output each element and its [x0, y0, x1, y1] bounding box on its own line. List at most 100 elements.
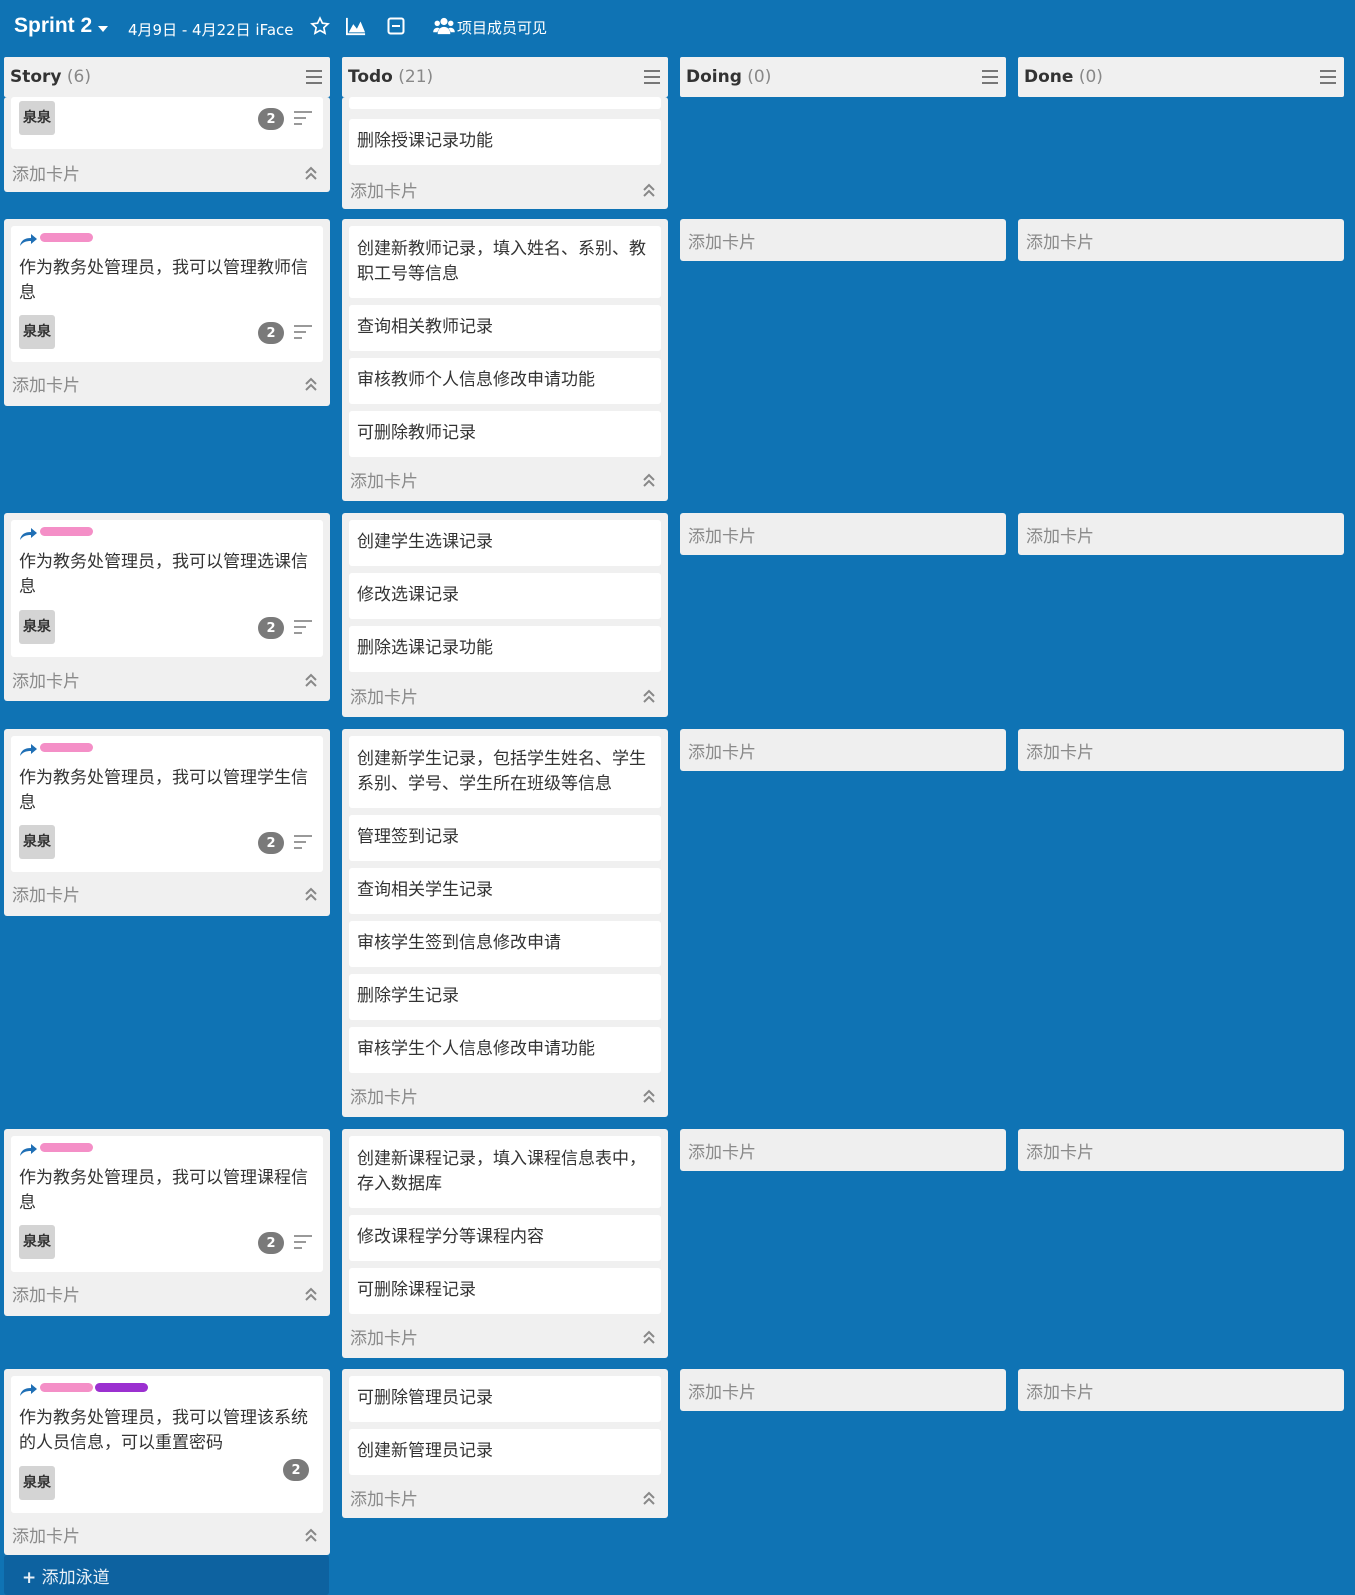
task-card[interactable]: 管理签到记录 [349, 815, 661, 861]
task-title: 查询相关学生记录 [357, 880, 493, 900]
collapse-up-icon[interactable] [304, 1286, 318, 1302]
column-name: Todo [348, 67, 393, 87]
doing-add-card[interactable]: 添加卡片 [680, 219, 1006, 261]
collapse-up-icon[interactable] [642, 1490, 656, 1506]
done-add-card[interactable]: 添加卡片 [1018, 729, 1344, 771]
add-card-link[interactable]: 添加卡片 [1026, 738, 1094, 763]
add-card-link[interactable]: 添加卡片 [350, 1324, 418, 1349]
task-card[interactable]: 创建新教师记录，填入姓名、系别、教职工号等信息 [349, 226, 661, 298]
story-card[interactable]: 作为教务处管理员，我可以管理学生信息 泉泉 2 [11, 736, 323, 872]
add-card-link[interactable]: 添加卡片 [12, 667, 80, 692]
task-card[interactable]: 审核教师个人信息修改申请功能 [349, 358, 661, 404]
avatar: 泉泉 [19, 825, 55, 859]
task-card[interactable]: 查询相关教师记录 [349, 305, 661, 351]
task-card[interactable]: 删除选课记录功能 [349, 626, 661, 672]
add-card-link[interactable]: 添加卡片 [688, 1138, 756, 1163]
task-card[interactable]: 创建新学生记录，包括学生姓名、学生系别、学号、学生所在班级等信息 [349, 736, 661, 808]
add-card-link[interactable]: 添加卡片 [688, 228, 756, 253]
description-icon [294, 325, 312, 339]
menu-icon[interactable] [982, 70, 998, 84]
add-card-link[interactable]: 添加卡片 [1026, 1378, 1094, 1403]
add-card-link[interactable]: 添加卡片 [688, 522, 756, 547]
add-card-link[interactable]: 添加卡片 [1026, 228, 1094, 253]
star-icon[interactable] [308, 14, 332, 38]
collapse-up-icon[interactable] [304, 886, 318, 902]
add-card-link[interactable]: 添加卡片 [12, 881, 80, 906]
add-card-link[interactable]: 添加卡片 [12, 371, 80, 396]
story-lane: 泉泉 2 添加卡片 [4, 97, 330, 192]
column-header-story: Story (6) [4, 57, 330, 97]
description-icon [294, 835, 312, 849]
add-card-link[interactable]: 添加卡片 [350, 1083, 418, 1108]
chart-icon[interactable] [344, 14, 368, 38]
menu-icon[interactable] [306, 70, 322, 84]
menu-icon[interactable] [1320, 70, 1336, 84]
task-card[interactable]: 可删除教师记录 [349, 411, 661, 457]
add-card-link[interactable]: 添加卡片 [12, 1522, 80, 1547]
task-card[interactable]: 修改选课记录 [349, 573, 661, 619]
menu-icon[interactable] [644, 70, 660, 84]
story-card[interactable]: 作为教务处管理员，我可以管理该系统的人员信息，可以重置密码 泉泉 2 [11, 1376, 323, 1513]
doing-add-card[interactable]: 添加卡片 [680, 729, 1006, 771]
collapse-up-icon[interactable] [642, 1329, 656, 1345]
task-title: 修改课程学分等课程内容 [357, 1227, 544, 1247]
collapse-up-icon[interactable] [642, 472, 656, 488]
task-card[interactable]: 创建学生选课记录 [349, 520, 661, 566]
doing-add-card[interactable]: 添加卡片 [680, 513, 1006, 555]
collapse-up-icon[interactable] [304, 672, 318, 688]
done-add-card[interactable]: 添加卡片 [1018, 513, 1344, 555]
collapse-up-icon[interactable] [642, 1088, 656, 1104]
add-card-link[interactable]: 添加卡片 [688, 1378, 756, 1403]
description-icon [294, 111, 312, 125]
task-card[interactable]: 删除授课记录功能 [349, 119, 661, 165]
task-card[interactable]: 可删除课程记录 [349, 1268, 661, 1314]
done-add-card[interactable]: 添加卡片 [1018, 219, 1344, 261]
collapse-up-icon[interactable] [642, 688, 656, 704]
task-title: 可删除教师记录 [357, 423, 476, 443]
add-card-link[interactable]: 添加卡片 [12, 1281, 80, 1306]
add-card-link[interactable]: 添加卡片 [688, 738, 756, 763]
story-title: 作为教务处管理员，我可以管理课程信息 [19, 1168, 308, 1213]
column-name: Doing [686, 67, 742, 87]
task-card[interactable]: 审核学生个人信息修改申请功能 [349, 1027, 661, 1073]
sprint-title[interactable]: Sprint 2 [14, 14, 92, 38]
add-card-link[interactable]: 添加卡片 [350, 467, 418, 492]
task-title: 创建学生选课记录 [357, 532, 493, 552]
add-card-link[interactable]: 添加卡片 [1026, 522, 1094, 547]
story-card[interactable]: 泉泉 2 [11, 97, 323, 149]
task-card[interactable]: 可删除管理员记录 [349, 1376, 661, 1422]
add-card-link[interactable]: 添加卡片 [12, 160, 80, 185]
task-card[interactable]: 创建新课程记录，填入课程信息表中，存入数据库 [349, 1136, 661, 1208]
chevron-down-icon[interactable] [98, 26, 108, 32]
story-lane: 作为教务处管理员，我可以管理学生信息 泉泉 2 添加卡片 [4, 729, 330, 916]
collapse-up-icon[interactable] [304, 1527, 318, 1543]
task-card[interactable]: 查询相关学生记录 [349, 868, 661, 914]
done-add-card[interactable]: 添加卡片 [1018, 1129, 1344, 1171]
story-card[interactable]: 作为教务处管理员，我可以管理教师信息 泉泉 2 [11, 226, 323, 362]
collapse-up-icon[interactable] [304, 376, 318, 392]
task-title: 管理签到记录 [357, 827, 459, 847]
task-card[interactable]: 删除学生记录 [349, 974, 661, 1020]
todo-lane: 创建新学生记录，包括学生姓名、学生系别、学号、学生所在班级等信息 管理签到记录 … [342, 729, 668, 1117]
column-name: Done [1024, 67, 1074, 87]
doing-add-card[interactable]: 添加卡片 [680, 1129, 1006, 1171]
visibility-label[interactable]: 项目成员可见 [457, 17, 547, 38]
collapse-icon[interactable] [384, 14, 408, 38]
task-card[interactable]: 修改课程学分等课程内容 [349, 1215, 661, 1261]
add-card-link[interactable]: 添加卡片 [350, 1485, 418, 1510]
collapse-up-icon[interactable] [642, 182, 656, 198]
task-card[interactable]: 创建新管理员记录 [349, 1429, 661, 1475]
add-card-link[interactable]: 添加卡片 [1026, 1138, 1094, 1163]
task-card[interactable]: 审核学生签到信息修改申请 [349, 921, 661, 967]
add-swimlane-button[interactable]: + 添加泳道 [4, 1555, 329, 1595]
subtask-count-badge: 2 [258, 1232, 284, 1254]
story-card[interactable]: 作为教务处管理员，我可以管理课程信息 泉泉 2 [11, 1136, 323, 1272]
add-card-link[interactable]: 添加卡片 [350, 683, 418, 708]
story-title: 作为教务处管理员，我可以管理选课信息 [19, 552, 308, 597]
add-card-link[interactable]: 添加卡片 [350, 177, 418, 202]
collapse-up-icon[interactable] [304, 165, 318, 181]
avatar: 泉泉 [19, 610, 55, 644]
doing-add-card[interactable]: 添加卡片 [680, 1369, 1006, 1411]
story-card[interactable]: 作为教务处管理员，我可以管理选课信息 泉泉 2 [11, 520, 323, 657]
done-add-card[interactable]: 添加卡片 [1018, 1369, 1344, 1411]
